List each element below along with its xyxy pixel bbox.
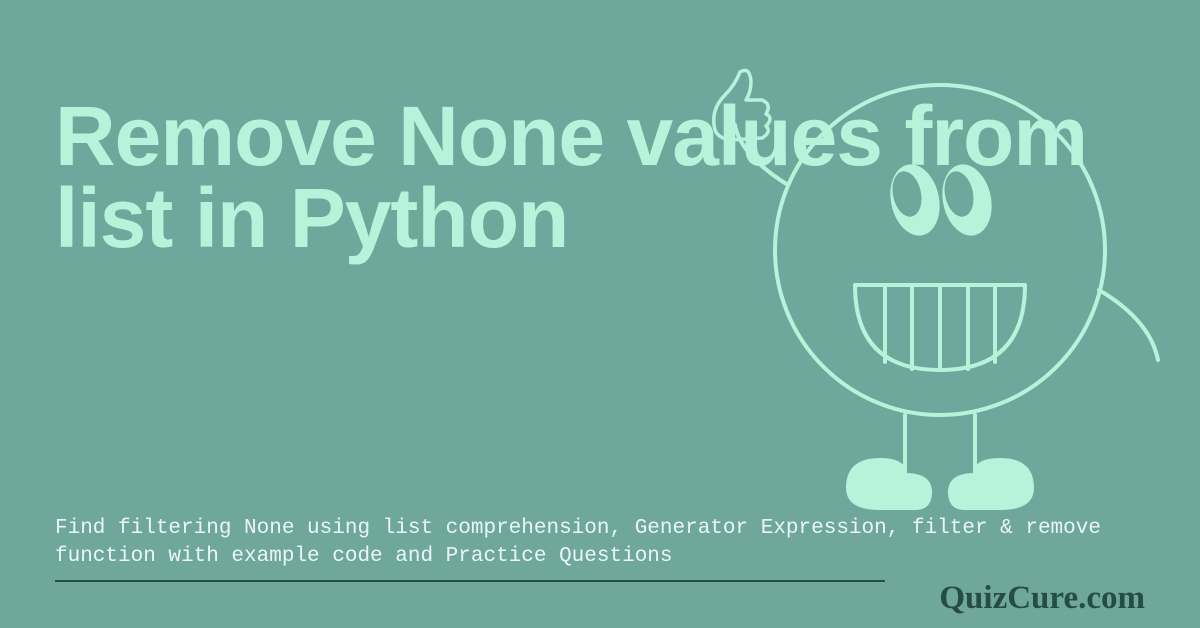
- brand-label: QuizCure.com: [939, 580, 1145, 617]
- thumbs-up-mascot-icon: [680, 60, 1160, 520]
- divider-line: [55, 580, 885, 582]
- page-subtitle: Find filtering None using list comprehen…: [55, 515, 1200, 572]
